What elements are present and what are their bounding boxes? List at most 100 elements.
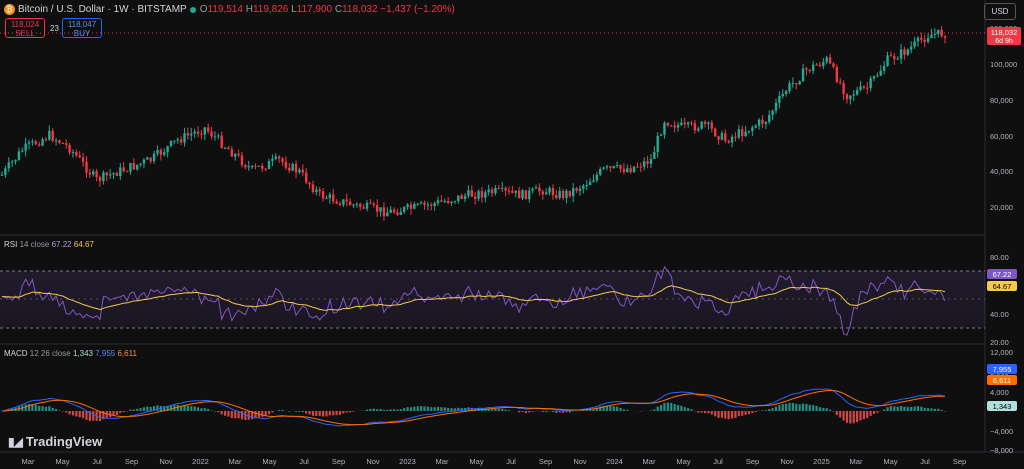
macd-histogram-bar xyxy=(862,411,865,420)
time-tick-label: Jul xyxy=(920,457,930,466)
candle-body xyxy=(92,171,95,175)
macd-histogram-bar xyxy=(186,405,189,411)
candle-body xyxy=(761,119,764,124)
macd-histogram-bar xyxy=(872,411,876,414)
candle-body xyxy=(142,159,146,164)
candle-body xyxy=(335,201,338,204)
macd-histogram-bar xyxy=(200,408,203,411)
candle-body xyxy=(152,153,156,162)
macd-histogram-bar xyxy=(778,404,781,411)
macd-histogram-bar xyxy=(389,409,392,411)
candle-body xyxy=(240,155,244,166)
candle-body xyxy=(460,195,463,199)
candle-body xyxy=(497,187,501,189)
candle-body xyxy=(619,164,622,169)
time-tick-label: Jul xyxy=(713,457,723,466)
candle-body xyxy=(183,133,186,143)
candle-body xyxy=(315,189,318,192)
candle-body xyxy=(304,172,308,183)
candle-body xyxy=(778,95,781,103)
candle-body xyxy=(193,131,196,134)
macd-histogram-bar xyxy=(51,407,54,411)
candle-body xyxy=(348,201,352,206)
macd-histogram-bar xyxy=(349,411,352,413)
macd-histogram-bar xyxy=(889,406,893,411)
candle-body xyxy=(88,172,92,175)
candle-body xyxy=(301,169,305,173)
rsi-axis[interactable]: 80.0060.0040.0020.00 xyxy=(990,253,1009,347)
macd-histogram-bar xyxy=(913,406,916,411)
currency-selector[interactable]: USD xyxy=(984,3,1016,20)
candle-body xyxy=(930,34,933,39)
candle-body xyxy=(568,190,572,197)
macd-signal-value: 6,611 xyxy=(117,349,137,358)
candle-body xyxy=(217,135,220,137)
candle-body xyxy=(463,195,467,199)
time-tick-label: Sep xyxy=(332,457,345,466)
candle-body xyxy=(288,167,291,171)
candle-body xyxy=(670,125,673,127)
candle-body xyxy=(920,37,923,40)
time-axis[interactable]: Mar May Jul Sep Nov 2022 Mar May Jul Sep Nov 2023 Ma… xyxy=(22,457,967,466)
macd-value-tag-text: 7,955 xyxy=(993,365,1012,374)
macd-histogram-bar xyxy=(223,411,227,416)
candle-body xyxy=(78,155,81,158)
rsi-ma-value: 64.67 xyxy=(73,240,94,249)
candle-body xyxy=(27,142,31,144)
candle-body xyxy=(629,168,632,173)
candle-body xyxy=(203,127,206,135)
macd-histogram-bar xyxy=(342,411,345,414)
macd-histogram-bar xyxy=(822,407,825,411)
candle-body xyxy=(490,189,494,194)
rsi-legend[interactable]: RSI 14 close 67.22 64.67 xyxy=(4,240,94,249)
candle-body xyxy=(446,201,450,204)
candle-body xyxy=(129,163,132,172)
time-tick-label: May xyxy=(262,457,276,466)
time-tick-label: Jul xyxy=(92,457,102,466)
time-tick-label: Mar xyxy=(229,457,242,466)
candle-body xyxy=(815,64,818,66)
candle-body xyxy=(0,174,4,176)
macd-histogram-bar xyxy=(812,405,815,411)
macd-histogram-bar xyxy=(48,406,51,411)
candle-body xyxy=(98,177,102,182)
sell-button[interactable]: 118,024 SELL xyxy=(5,18,45,38)
macd-histogram-bar xyxy=(217,411,220,413)
macd-histogram-bar xyxy=(754,411,757,413)
macd-histogram-bar xyxy=(927,408,930,411)
buy-button[interactable]: 118,047 BUY xyxy=(62,18,102,38)
macd-histogram-bar xyxy=(808,404,811,411)
tradingview-logo[interactable]: ▮◢ TradingView xyxy=(8,434,102,449)
time-tick-label: May xyxy=(883,457,897,466)
candle-body xyxy=(656,135,659,153)
macd-histogram-bar xyxy=(190,406,193,411)
macd-histogram-bar xyxy=(761,410,764,411)
change-value: −1,437 (−1.20%) xyxy=(380,4,455,16)
candle-body xyxy=(365,202,369,209)
candle-body xyxy=(866,87,869,89)
macd-histogram-bar xyxy=(382,409,386,411)
candle-body xyxy=(727,140,730,143)
candle-body xyxy=(940,29,943,37)
symbol-header[interactable]: ₿ Bitcoin / U.S. Dollar · 1W · BITSTAMP O1… xyxy=(4,4,455,15)
macd-histogram-bar xyxy=(507,410,511,411)
candle-body xyxy=(531,188,534,191)
candle-body xyxy=(913,41,916,47)
candle-body xyxy=(7,162,10,169)
macd-histogram-bar xyxy=(555,411,558,413)
candlestick-series xyxy=(0,25,947,221)
candle-body xyxy=(622,168,626,172)
macd-histogram-bar xyxy=(521,411,524,412)
macd-legend[interactable]: MACD 12 26 close 1,343 7,955 6,611 xyxy=(4,349,137,358)
candle-body xyxy=(893,55,896,60)
macd-histogram-bar xyxy=(670,402,673,411)
symbol-title[interactable]: Bitcoin / U.S. Dollar · 1W · BITSTAMP xyxy=(18,4,187,15)
candle-body xyxy=(115,173,119,176)
chart-canvas[interactable]: 120,000100,00080,00060,00040,00020,000 1… xyxy=(0,0,1024,469)
macd-histogram-bar xyxy=(68,411,71,415)
candle-body xyxy=(10,161,14,163)
macd-histogram-bar xyxy=(940,410,943,411)
price-axis[interactable]: 120,000100,00080,00060,00040,00020,000 xyxy=(990,24,1017,212)
candle-body xyxy=(859,86,862,90)
candle-body xyxy=(943,36,947,38)
